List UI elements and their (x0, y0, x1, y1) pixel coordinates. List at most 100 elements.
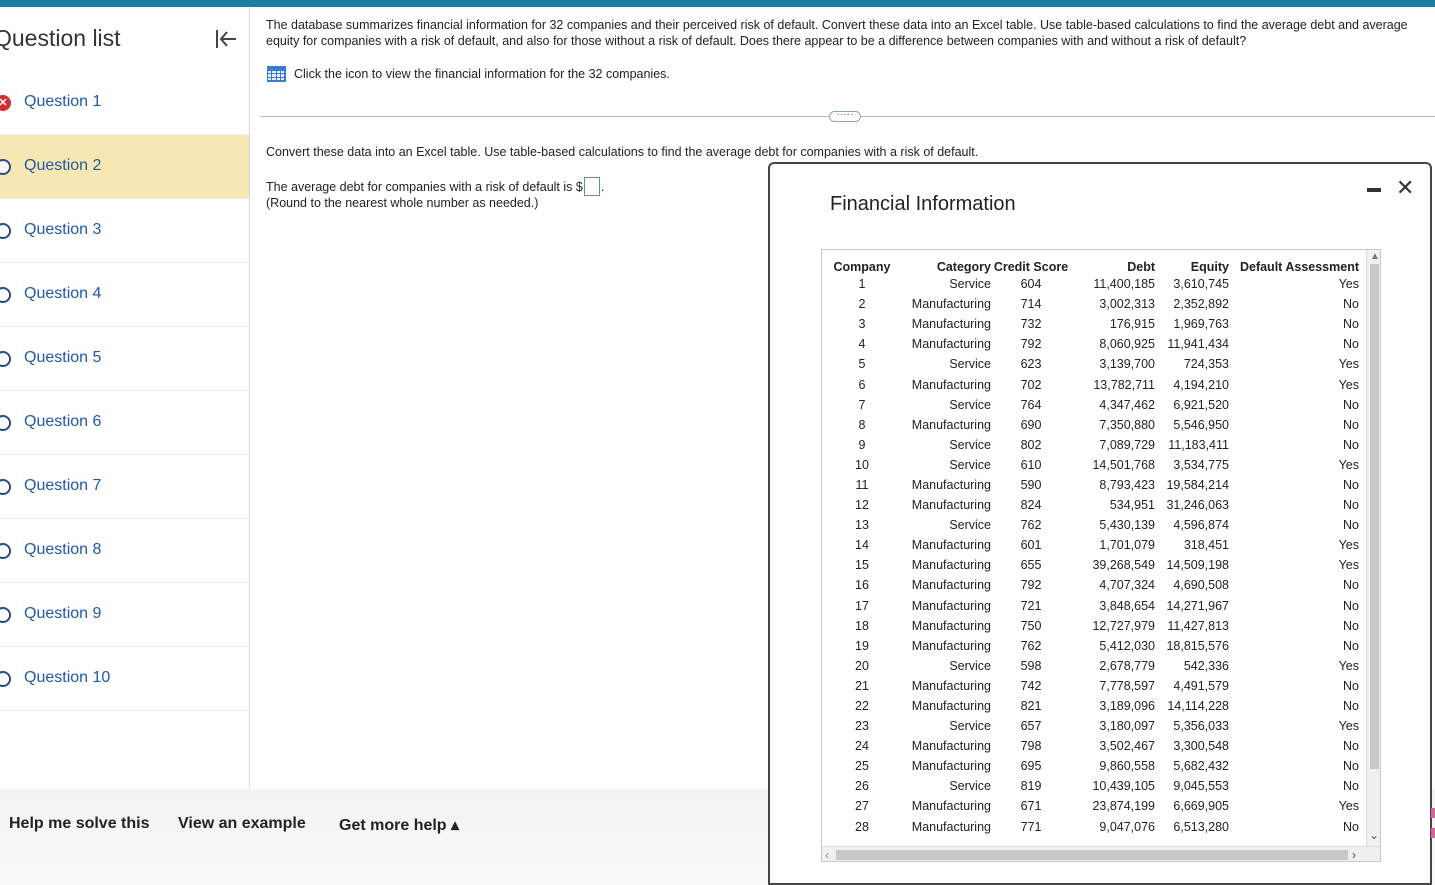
table-cell: 16 (855, 578, 869, 593)
table-cell: 1,969,763 (1173, 317, 1229, 332)
table-cell: 732 (1020, 317, 1042, 332)
view-data-link[interactable]: Click the icon to view the financial inf… (267, 66, 670, 82)
table-cell: No (1343, 297, 1359, 312)
close-icon[interactable]: ✕ (1396, 177, 1414, 199)
sidebar-item-question-3[interactable]: Question 3 (0, 199, 249, 263)
sidebar-item-question-7[interactable]: Question 7 (0, 455, 249, 519)
sidebar-item-question-4[interactable]: Question 4 (0, 263, 249, 327)
question-label: Question 3 (24, 221, 102, 238)
column-header: Credit Score (993, 260, 1069, 274)
table-cell: Yes (1338, 377, 1359, 392)
table-icon[interactable] (267, 66, 286, 82)
data-table-container[interactable]: Company Category Credit Score Debt Equity Def… (821, 249, 1381, 862)
sidebar-item-question-5[interactable]: Question 5 (0, 327, 249, 391)
vertical-scrollbar[interactable]: ▲ ⌄ (1366, 250, 1380, 846)
part-instruction: Convert these data into an Excel table. … (266, 145, 979, 159)
question-label: Question 10 (24, 669, 111, 686)
sidebar-item-question-8[interactable]: Question 8 (0, 519, 249, 583)
view-example-button[interactable]: View an example (178, 815, 306, 833)
sidebar-header: Question list (0, 7, 250, 71)
table-cell: 4,690,508 (1173, 578, 1229, 593)
question-label: Question 9 (24, 605, 102, 622)
problem-statement: The database summarizes financial inform… (266, 18, 1408, 48)
table-cell: Yes (1338, 357, 1359, 372)
minimize-icon[interactable] (1367, 188, 1381, 192)
table-row: 26 Service 819 10,439,105 9,045,553 No (822, 776, 1359, 796)
sidebar-title: Question list (0, 25, 121, 51)
question-label: Question 2 (24, 157, 102, 174)
table-row: 19 Manufacturing 762 5,412,030 18,815,576 No (822, 636, 1359, 656)
table-cell: Manufacturing (911, 678, 991, 693)
table-cell: 9,047,076 (1099, 819, 1155, 834)
table-cell: 5,356,033 (1173, 719, 1229, 734)
table-cell: Yes (1338, 457, 1359, 472)
table-cell: 11,427,813 (1167, 618, 1229, 633)
table-cell: 762 (1020, 638, 1042, 653)
get-more-help-button[interactable]: Get more help ▴ (339, 815, 459, 835)
table-row: 13 Service 762 5,430,139 4,596,874 No (822, 515, 1359, 535)
table-cell: Service (949, 658, 991, 673)
table-row: 15 Manufacturing 655 39,268,549 14,509,198 Ye… (822, 555, 1359, 575)
horizontal-scroll-thumb[interactable] (836, 850, 1348, 860)
table-row: 7 Service 764 4,347,462 6,921,520 No (822, 395, 1359, 415)
table-cell: 671 (1020, 799, 1042, 814)
table-cell: Manufacturing (911, 377, 991, 392)
table-cell: Yes (1338, 658, 1359, 673)
scroll-down-icon[interactable]: ⌄ (1369, 828, 1379, 842)
table-cell: 590 (1020, 477, 1042, 492)
sidebar-item-question-9[interactable]: Question 9 (0, 583, 249, 647)
collapse-sidebar-icon[interactable] (214, 27, 240, 53)
table-cell: 11,400,185 (1093, 277, 1155, 292)
table-cell: 742 (1020, 678, 1042, 693)
sidebar-item-question-2[interactable]: Question 2 (0, 135, 249, 199)
table-cell: Service (949, 518, 991, 533)
help-me-solve-button[interactable]: Help me solve this (9, 815, 150, 833)
table-cell: 11,183,411 (1168, 437, 1229, 452)
table-cell: No (1343, 739, 1359, 754)
table-row: 2 Manufacturing 714 3,002,313 2,352,892 No (822, 294, 1359, 314)
table-cell: 5,546,950 (1173, 417, 1229, 432)
horizontal-scrollbar[interactable]: ‹ › (822, 846, 1380, 861)
table-cell: 3,180,097 (1099, 719, 1155, 734)
table-cell: Manufacturing (911, 618, 991, 633)
table-row: 5 Service 623 3,139,700 724,353 Yes (822, 354, 1359, 374)
table-cell: Yes (1338, 558, 1359, 573)
table-cell: 1 (858, 277, 866, 292)
sidebar-item-question-1[interactable]: ✕ Question 1 (0, 71, 249, 135)
scroll-right-icon[interactable]: › (1352, 848, 1356, 861)
table-cell: Manufacturing (911, 477, 991, 492)
table-cell: Manufacturing (911, 337, 991, 352)
status-circle-icon (0, 287, 11, 303)
rounding-note: (Round to the nearest whole number as ne… (266, 196, 539, 210)
table-cell: 25 (855, 759, 869, 774)
table-cell: 20 (855, 658, 869, 673)
table-cell: No (1343, 759, 1359, 774)
table-cell: No (1343, 779, 1359, 794)
sidebar-item-question-6[interactable]: Question 6 (0, 391, 249, 455)
table-cell: 7 (858, 397, 866, 412)
table-row: 27 Manufacturing 671 23,874,199 6,669,905 Yes (822, 796, 1359, 816)
table-cell: 5,682,432 (1173, 759, 1229, 774)
table-cell: 14,114,228 (1167, 699, 1229, 714)
table-cell: 12 (855, 498, 869, 513)
table-cell: Service (949, 397, 991, 412)
table-cell: 3,189,096 (1099, 699, 1155, 714)
table-cell: 19 (855, 638, 869, 653)
table-cell: No (1343, 437, 1359, 452)
financial-table: Company Category Credit Score Debt Equity Def… (822, 250, 1359, 837)
table-row: 18 Manufacturing 750 12,727,979 11,427,813 No (822, 616, 1359, 636)
table-cell: 5 (858, 357, 866, 372)
table-cell: 601 (1020, 538, 1042, 553)
table-cell: Manufacturing (911, 759, 991, 774)
vertical-scroll-thumb[interactable] (1370, 264, 1379, 769)
table-cell: 39,268,549 (1092, 558, 1155, 573)
answer-input[interactable] (583, 177, 600, 196)
expand-handle[interactable]: ····· (829, 110, 861, 122)
column-header: Category (936, 260, 991, 274)
table-cell: 11,941,434 (1167, 337, 1229, 352)
table-cell: 9,860,558 (1099, 759, 1155, 774)
table-cell: 690 (1020, 417, 1042, 432)
scroll-up-icon[interactable]: ▲ (1370, 251, 1380, 262)
scroll-left-icon[interactable]: ‹ (825, 848, 829, 861)
sidebar-item-question-10[interactable]: Question 10 (0, 647, 249, 711)
